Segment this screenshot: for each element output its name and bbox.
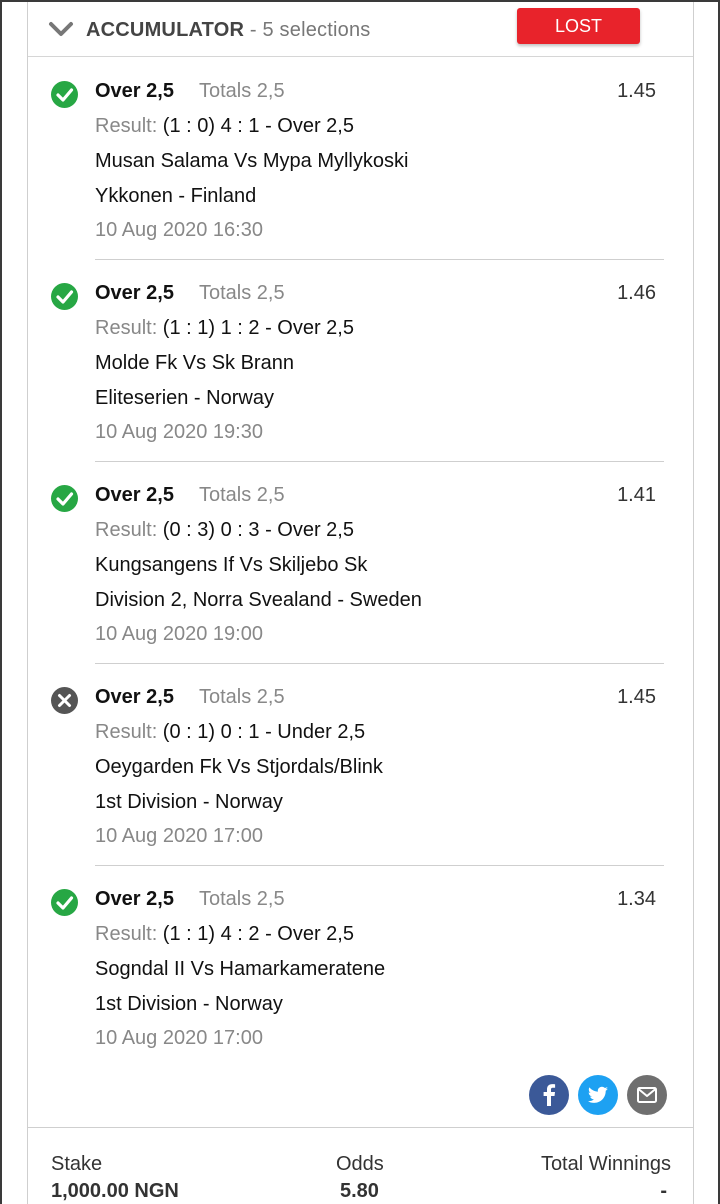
selection-odds: 1.34 [617,888,656,910]
total-winnings-value: - [660,1180,667,1202]
status-badge: LOST [517,8,640,44]
bet-card: ACCUMULATOR - 5 selections LOST Over 2,5… [27,2,694,1204]
selection-date: 10 Aug 2020 19:30 [95,421,263,443]
cross-circle-icon [51,687,78,714]
selection-league: Ykkonen - Finland [95,185,257,207]
result-score: (1 : 1) 4 : 2 - Over 2,5 [157,923,354,945]
result-score: (1 : 1) 1 : 2 - Over 2,5 [157,317,354,339]
bet-summary: Stake 1,000.00 NGN Odds 5.80 Total Winni… [28,1127,693,1204]
total-winnings-label: Total Winnings [540,1153,671,1175]
facebook-share-button[interactable] [529,1075,569,1115]
selection-pick: Over 2,5 [95,282,174,304]
selection-league: Eliteserien - Norway [95,387,274,409]
selection-odds: 1.46 [617,282,656,304]
check-circle-icon [51,81,78,108]
selection-item: Over 2,5 Totals 2,5 1.34 Result: (1 : 1)… [28,866,693,1068]
result-score: (0 : 3) 0 : 3 - Over 2,5 [157,519,354,541]
selection-result: Result: (1 : 0) 4 : 1 - Over 2,5 [95,115,354,138]
result-label: Result: [95,519,158,541]
selection-pick: Over 2,5 [95,888,174,910]
selection-result: Result: (0 : 1) 0 : 1 - Under 2,5 [95,721,365,744]
selection-item: Over 2,5 Totals 2,5 1.41 Result: (0 : 3)… [28,462,693,664]
facebook-icon [543,1084,556,1106]
twitter-share-button[interactable] [578,1075,618,1115]
twitter-icon [587,1086,608,1103]
result-label: Result: [95,317,158,339]
selection-match: Oeygarden Fk Vs Stjordals/Blink [95,756,383,778]
selection-odds: 1.41 [617,484,656,506]
selections-count: - 5 selections [244,19,371,41]
email-icon [637,1087,657,1103]
result-label: Result: [95,721,158,743]
accumulator-title: ACCUMULATOR - 5 selections [86,19,371,42]
stake-label: Stake [51,1153,103,1175]
check-circle-icon [51,889,78,916]
selection-odds: 1.45 [617,686,656,708]
selection-pick: Over 2,5 [95,80,174,102]
selection-league: Division 2, Norra Svealand - Sweden [95,589,422,611]
selection-league: 1st Division - Norway [95,993,283,1015]
stake-value: 1,000.00 NGN [51,1180,179,1202]
selection-market: Totals 2,5 [199,888,285,910]
selection-league: 1st Division - Norway [95,791,283,813]
selection-result: Result: (1 : 1) 1 : 2 - Over 2,5 [95,317,354,340]
result-label: Result: [95,923,158,945]
odds-label: Odds [336,1153,384,1175]
selection-match: Molde Fk Vs Sk Brann [95,352,294,374]
selection-date: 10 Aug 2020 19:00 [95,623,263,645]
email-share-button[interactable] [627,1075,667,1115]
selection-market: Totals 2,5 [199,484,285,506]
selection-match: Kungsangens If Vs Skiljebo Sk [95,554,368,576]
accumulator-label: ACCUMULATOR [86,19,245,41]
chevron-down-icon[interactable] [48,19,74,39]
selection-date: 10 Aug 2020 16:30 [95,219,263,241]
check-circle-icon [51,283,78,310]
selection-market: Totals 2,5 [199,80,285,102]
selection-pick: Over 2,5 [95,484,174,506]
selection-market: Totals 2,5 [199,686,285,708]
selection-pick: Over 2,5 [95,686,174,708]
odds-value: 5.80 [340,1180,379,1202]
selection-date: 10 Aug 2020 17:00 [95,1027,263,1049]
selection-date: 10 Aug 2020 17:00 [95,825,263,847]
check-circle-icon [51,485,78,512]
result-label: Result: [95,115,158,137]
selection-match: Sogndal II Vs Hamarkameratene [95,958,386,980]
selection-result: Result: (1 : 1) 4 : 2 - Over 2,5 [95,923,354,946]
result-score: (1 : 0) 4 : 1 - Over 2,5 [157,115,354,137]
selection-market: Totals 2,5 [199,282,285,304]
accumulator-header[interactable]: ACCUMULATOR - 5 selections LOST [28,2,693,57]
selection-match: Musan Salama Vs Mypa Myllykoski [95,150,409,172]
selection-item: Over 2,5 Totals 2,5 1.45 Result: (1 : 0)… [28,58,693,260]
result-score: (0 : 1) 0 : 1 - Under 2,5 [157,721,366,743]
selection-odds: 1.45 [617,80,656,102]
selection-item: Over 2,5 Totals 2,5 1.45 Result: (0 : 1)… [28,664,693,866]
selection-result: Result: (0 : 3) 0 : 3 - Over 2,5 [95,519,354,542]
selection-item: Over 2,5 Totals 2,5 1.46 Result: (1 : 1)… [28,260,693,462]
